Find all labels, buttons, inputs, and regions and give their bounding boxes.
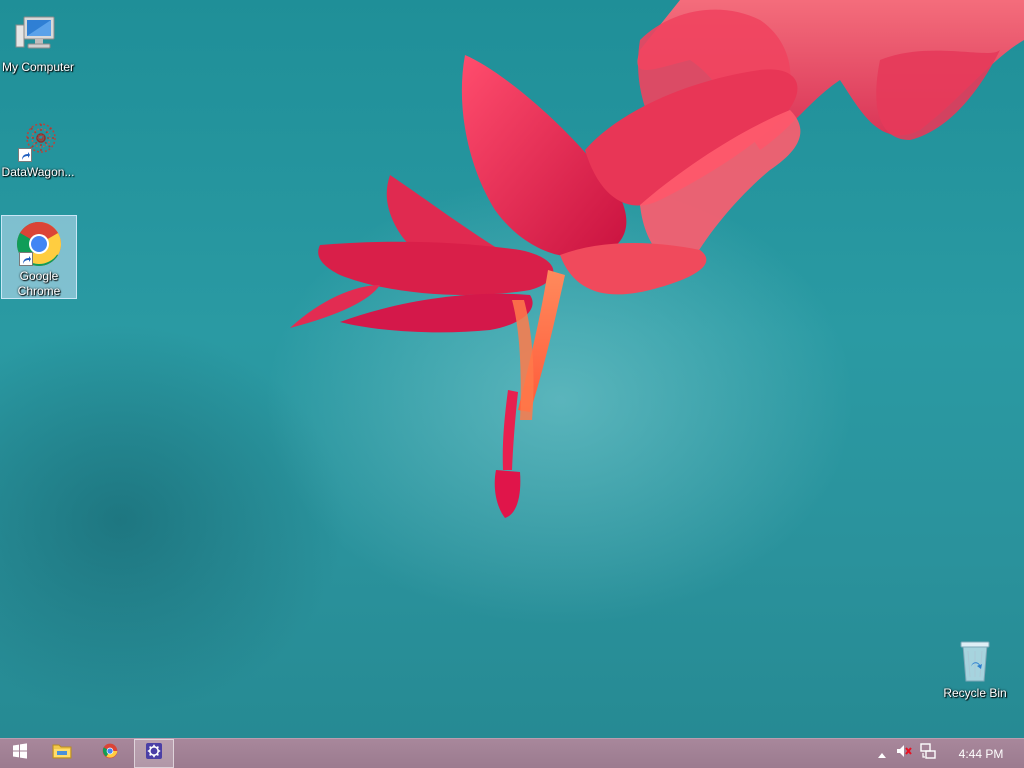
desktop-icon-label: My Computer xyxy=(1,60,75,74)
show-hidden-icons-button[interactable] xyxy=(872,739,892,768)
datawagon-icon xyxy=(14,116,62,164)
taskbar-file-explorer-button[interactable] xyxy=(42,739,82,768)
chrome-icon xyxy=(15,220,63,268)
desktop-icon-recycle-bin[interactable]: Recycle Bin xyxy=(937,632,1013,702)
recycle-bin-icon xyxy=(951,637,999,685)
volume-muted-icon xyxy=(896,744,912,763)
chevron-up-icon xyxy=(878,745,886,763)
desktop-icon-label: DataWagon... xyxy=(1,165,75,179)
desktop-icon-label: Google Chrome xyxy=(17,269,61,298)
system-tray: 4:44 PM xyxy=(872,739,1024,768)
taskbar-clock[interactable]: 4:44 PM xyxy=(946,739,1016,768)
shortcut-arrow-icon xyxy=(19,252,33,266)
desktop-icon-datawagon[interactable]: DataWagon... xyxy=(0,111,76,181)
flower-wallpaper-art xyxy=(290,0,1024,518)
shortcut-arrow-icon xyxy=(18,148,32,162)
network-icon xyxy=(920,743,936,764)
computer-icon xyxy=(14,11,62,59)
start-button[interactable] xyxy=(0,739,40,768)
taskbar-settings-button[interactable] xyxy=(134,739,174,768)
network-button[interactable] xyxy=(916,739,940,768)
file-explorer-icon xyxy=(52,742,72,765)
desktop-icon-google-chrome[interactable]: Google Chrome xyxy=(1,215,77,299)
settings-gear-icon xyxy=(145,742,163,765)
desktop-icon-label: Recycle Bin xyxy=(943,686,1007,700)
desktop-wallpaper: My Computer DataWagon... Google Chrome R… xyxy=(0,0,1024,738)
taskbar-chrome-button[interactable] xyxy=(90,739,130,768)
volume-button[interactable] xyxy=(892,739,916,768)
taskbar: 4:44 PM xyxy=(0,738,1024,768)
desktop-icon-my-computer[interactable]: My Computer xyxy=(0,6,76,76)
windows-start-icon xyxy=(12,743,28,764)
chrome-icon xyxy=(102,743,118,764)
